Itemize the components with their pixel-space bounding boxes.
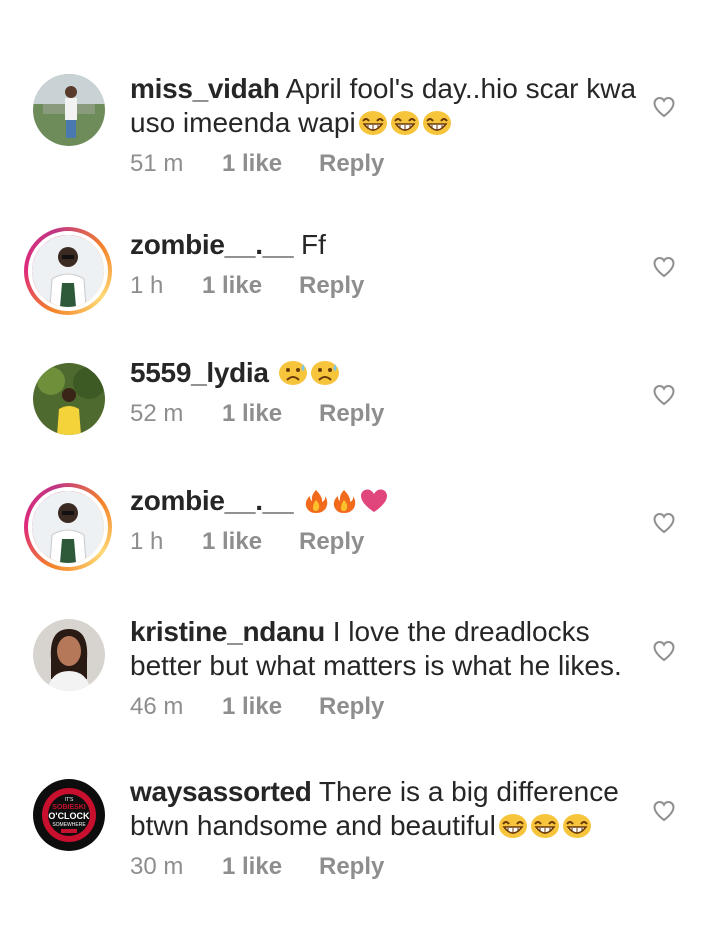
reply-button[interactable]: Reply <box>319 853 384 881</box>
likes-count[interactable]: 1 like <box>222 400 319 428</box>
avatar-photo <box>32 235 104 307</box>
username[interactable]: kristine_ndanu <box>130 616 325 647</box>
likes-count[interactable]: 1 like <box>222 693 319 721</box>
avatar-photo <box>33 619 105 691</box>
username[interactable]: 5559_lydia <box>130 357 269 388</box>
sad-sweat-emoji <box>310 360 340 386</box>
like-heart-icon[interactable] <box>652 799 676 823</box>
comment-time: 46 m <box>130 693 184 720</box>
avatar-photo <box>33 363 105 435</box>
reply-button[interactable]: Reply <box>299 528 364 556</box>
likes-count[interactable]: 1 like <box>202 272 299 300</box>
grin-sweat-emoji <box>358 110 388 136</box>
avatar[interactable] <box>33 74 105 146</box>
avatar-photo <box>32 491 104 563</box>
avatar[interactable] <box>33 363 105 435</box>
like-heart-icon[interactable] <box>652 639 676 663</box>
grin-sweat-emoji <box>530 813 560 839</box>
likes-count[interactable]: 1 like <box>222 853 319 881</box>
reply-button[interactable]: Reply <box>319 400 384 428</box>
avatar-story-ring[interactable] <box>24 483 112 571</box>
username[interactable]: miss_vidah <box>130 73 280 104</box>
comment-time: 1 h <box>130 528 164 555</box>
comment-time: 1 h <box>130 272 164 299</box>
fire-emoji <box>303 488 329 514</box>
comment-time: 30 m <box>130 853 184 880</box>
sad-sweat-emoji <box>278 360 308 386</box>
grin-sweat-emoji <box>498 813 528 839</box>
avatar[interactable]: IT'S SOBIESKI O'CLOCK SOMEWHERE <box>33 779 105 851</box>
grin-sweat-emoji <box>390 110 420 136</box>
avatar-story-ring[interactable] <box>24 227 112 315</box>
like-heart-icon[interactable] <box>652 255 676 279</box>
username[interactable]: zombie__.__ <box>130 229 294 260</box>
comment-time: 51 m <box>130 150 184 177</box>
reply-button[interactable]: Reply <box>319 693 384 721</box>
svg-text:O'CLOCK: O'CLOCK <box>48 811 90 821</box>
svg-text:SOBIESKI: SOBIESKI <box>52 804 86 811</box>
like-heart-icon[interactable] <box>652 95 676 119</box>
likes-count[interactable]: 1 like <box>222 150 319 178</box>
comment-text: Ff <box>301 229 326 260</box>
heart-emoji <box>359 488 389 514</box>
comment-time: 52 m <box>130 400 184 427</box>
avatar[interactable] <box>33 619 105 691</box>
comment-list: miss_vidah April fool's day..hio scar kw… <box>0 0 720 933</box>
like-heart-icon[interactable] <box>652 511 676 535</box>
avatar-photo <box>33 74 105 146</box>
username[interactable]: zombie__.__ <box>130 485 294 516</box>
likes-count[interactable]: 1 like <box>202 528 299 556</box>
username[interactable]: waysassorted <box>130 776 312 807</box>
like-heart-icon[interactable] <box>652 383 676 407</box>
fire-emoji <box>331 488 357 514</box>
svg-text:SOMEWHERE: SOMEWHERE <box>52 822 86 828</box>
grin-sweat-emoji <box>422 110 452 136</box>
svg-text:IT'S: IT'S <box>65 797 74 803</box>
reply-button[interactable]: Reply <box>299 272 364 300</box>
reply-button[interactable]: Reply <box>319 150 384 178</box>
grin-sweat-emoji <box>562 813 592 839</box>
avatar-logo: IT'S SOBIESKI O'CLOCK SOMEWHERE <box>33 779 105 851</box>
